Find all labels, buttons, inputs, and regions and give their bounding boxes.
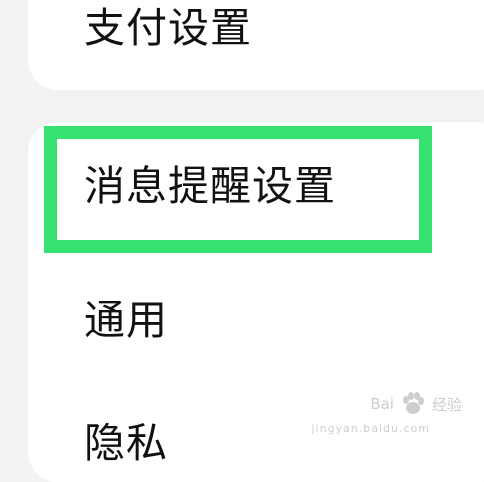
baidu-jingyan-watermark: Bai 经验 <box>370 389 462 419</box>
watermark-brand: Bai <box>370 395 394 413</box>
settings-item-notifications[interactable]: 消息提醒设置 <box>84 166 336 207</box>
settings-item-privacy[interactable]: 隐私 <box>84 423 168 464</box>
baidu-paw-icon <box>402 392 424 414</box>
watermark-domain: jingyan.baidu.com <box>311 422 430 435</box>
settings-item-payment[interactable]: 支付设置 <box>84 8 252 49</box>
watermark-suffix: 经验 <box>431 395 462 414</box>
settings-item-general[interactable]: 通用 <box>84 300 168 341</box>
